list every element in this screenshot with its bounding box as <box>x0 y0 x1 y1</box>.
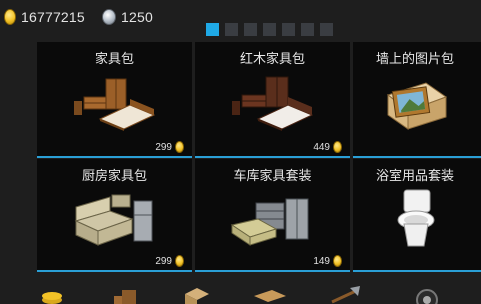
coin-balance: 16777215 <box>4 9 85 25</box>
axe-icon[interactable] <box>328 286 364 304</box>
page-dot-3[interactable] <box>244 23 257 36</box>
pack-card-furniture[interactable]: 家具包 299 <box>37 42 192 158</box>
pack-title: 红木家具包 <box>239 52 305 67</box>
page-indicator <box>206 23 333 36</box>
pack-card-bathroom-set[interactable]: 浴室用品套装 9 <box>353 159 481 272</box>
top-bar: 16777215 1250 <box>0 0 481 38</box>
pack-card-wall-pictures[interactable]: 墙上的图片包 9 <box>353 42 481 158</box>
pack-title: 家具包 <box>94 52 134 67</box>
tire-icon[interactable] <box>416 286 438 304</box>
pack-title: 墙上的图片包 <box>375 52 454 67</box>
price-value: 299 <box>155 141 172 153</box>
coin-icon <box>4 9 16 25</box>
box-icon[interactable] <box>183 286 211 304</box>
price-value: 449 <box>313 141 330 153</box>
table-icon[interactable] <box>252 286 288 304</box>
coin-stack-icon[interactable] <box>40 286 64 304</box>
coin-icon <box>333 141 342 153</box>
page-dot-6[interactable] <box>301 23 314 36</box>
diamond-balance: 1250 <box>102 9 153 25</box>
pack-card-mahogany-furniture[interactable]: 红木家具包 449 <box>195 42 350 158</box>
coin-icon <box>175 255 184 267</box>
pack-price: 299 <box>155 255 184 267</box>
price-value: 299 <box>155 255 172 267</box>
pack-card-garage-furniture[interactable]: 车库家具套装 149 <box>195 159 350 272</box>
coin-amount: 16777215 <box>21 9 85 25</box>
diamond-icon <box>102 9 116 25</box>
toilet-image <box>353 185 477 252</box>
bedroom-furniture-image <box>37 68 192 138</box>
wall-picture-image <box>353 68 477 138</box>
category-bar <box>0 278 481 304</box>
pack-card-kitchen-furniture[interactable]: 厨房家具包 299 <box>37 159 192 272</box>
coin-icon <box>175 141 184 153</box>
page-dot-5[interactable] <box>282 23 295 36</box>
page-dot-2[interactable] <box>225 23 238 36</box>
price-value: 149 <box>313 255 330 267</box>
pack-title: 车库家具套装 <box>233 169 312 184</box>
pack-title: 浴室用品套装 <box>375 169 454 184</box>
coin-icon <box>333 255 342 267</box>
pack-price: 299 <box>155 141 184 153</box>
page-dot-7[interactable] <box>320 23 333 36</box>
pack-price: 449 <box>313 141 342 153</box>
pack-price: 149 <box>313 255 342 267</box>
page-dot-4[interactable] <box>263 23 276 36</box>
diamond-amount: 1250 <box>121 9 153 25</box>
garage-furniture-image <box>195 185 350 252</box>
pack-title: 厨房家具包 <box>81 169 147 184</box>
furniture-icon[interactable] <box>112 286 140 304</box>
kitchen-furniture-image <box>37 185 192 252</box>
page-dot-1[interactable] <box>206 23 219 36</box>
mahogany-furniture-image <box>195 68 350 138</box>
